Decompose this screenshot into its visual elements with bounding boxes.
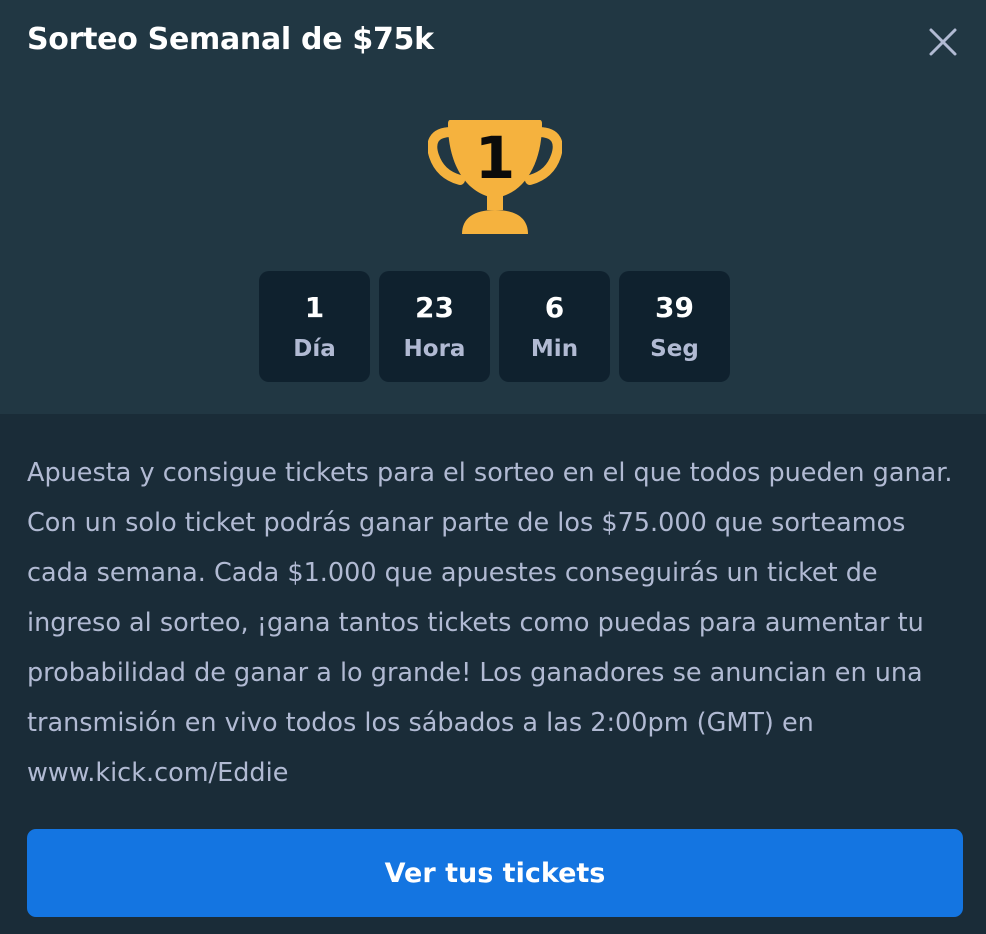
trophy-rank: 1 <box>475 124 515 192</box>
countdown-label: Hora <box>403 336 466 362</box>
modal-title: Sorteo Semanal de $75k <box>27 22 434 57</box>
countdown-value: 23 <box>415 291 454 324</box>
raffle-modal: Sorteo Semanal de $75k 1 1 Día 23 Hora 6… <box>0 0 986 934</box>
modal-header-section: Sorteo Semanal de $75k 1 1 Día 23 Hora 6… <box>0 0 986 414</box>
trophy-first-place-icon: 1 <box>428 120 562 234</box>
countdown-value: 1 <box>304 291 325 324</box>
countdown-seconds: 39 Seg <box>619 271 730 382</box>
countdown-label: Min <box>530 336 579 362</box>
countdown-hours: 23 Hora <box>379 271 490 382</box>
raffle-description: Apuesta y consigue tickets para el sorte… <box>27 458 953 788</box>
countdown-value: 39 <box>655 291 694 324</box>
countdown-label: Día <box>293 336 336 362</box>
countdown-timer: 1 Día 23 Hora 6 Min 39 Seg <box>259 271 730 382</box>
close-button[interactable] <box>925 24 961 60</box>
close-icon <box>929 28 957 56</box>
countdown-days: 1 Día <box>259 271 370 382</box>
countdown-label: Seg <box>650 336 699 362</box>
countdown-minutes: 6 Min <box>499 271 610 382</box>
countdown-value: 6 <box>544 291 565 324</box>
view-tickets-button[interactable]: Ver tus tickets <box>27 829 963 917</box>
